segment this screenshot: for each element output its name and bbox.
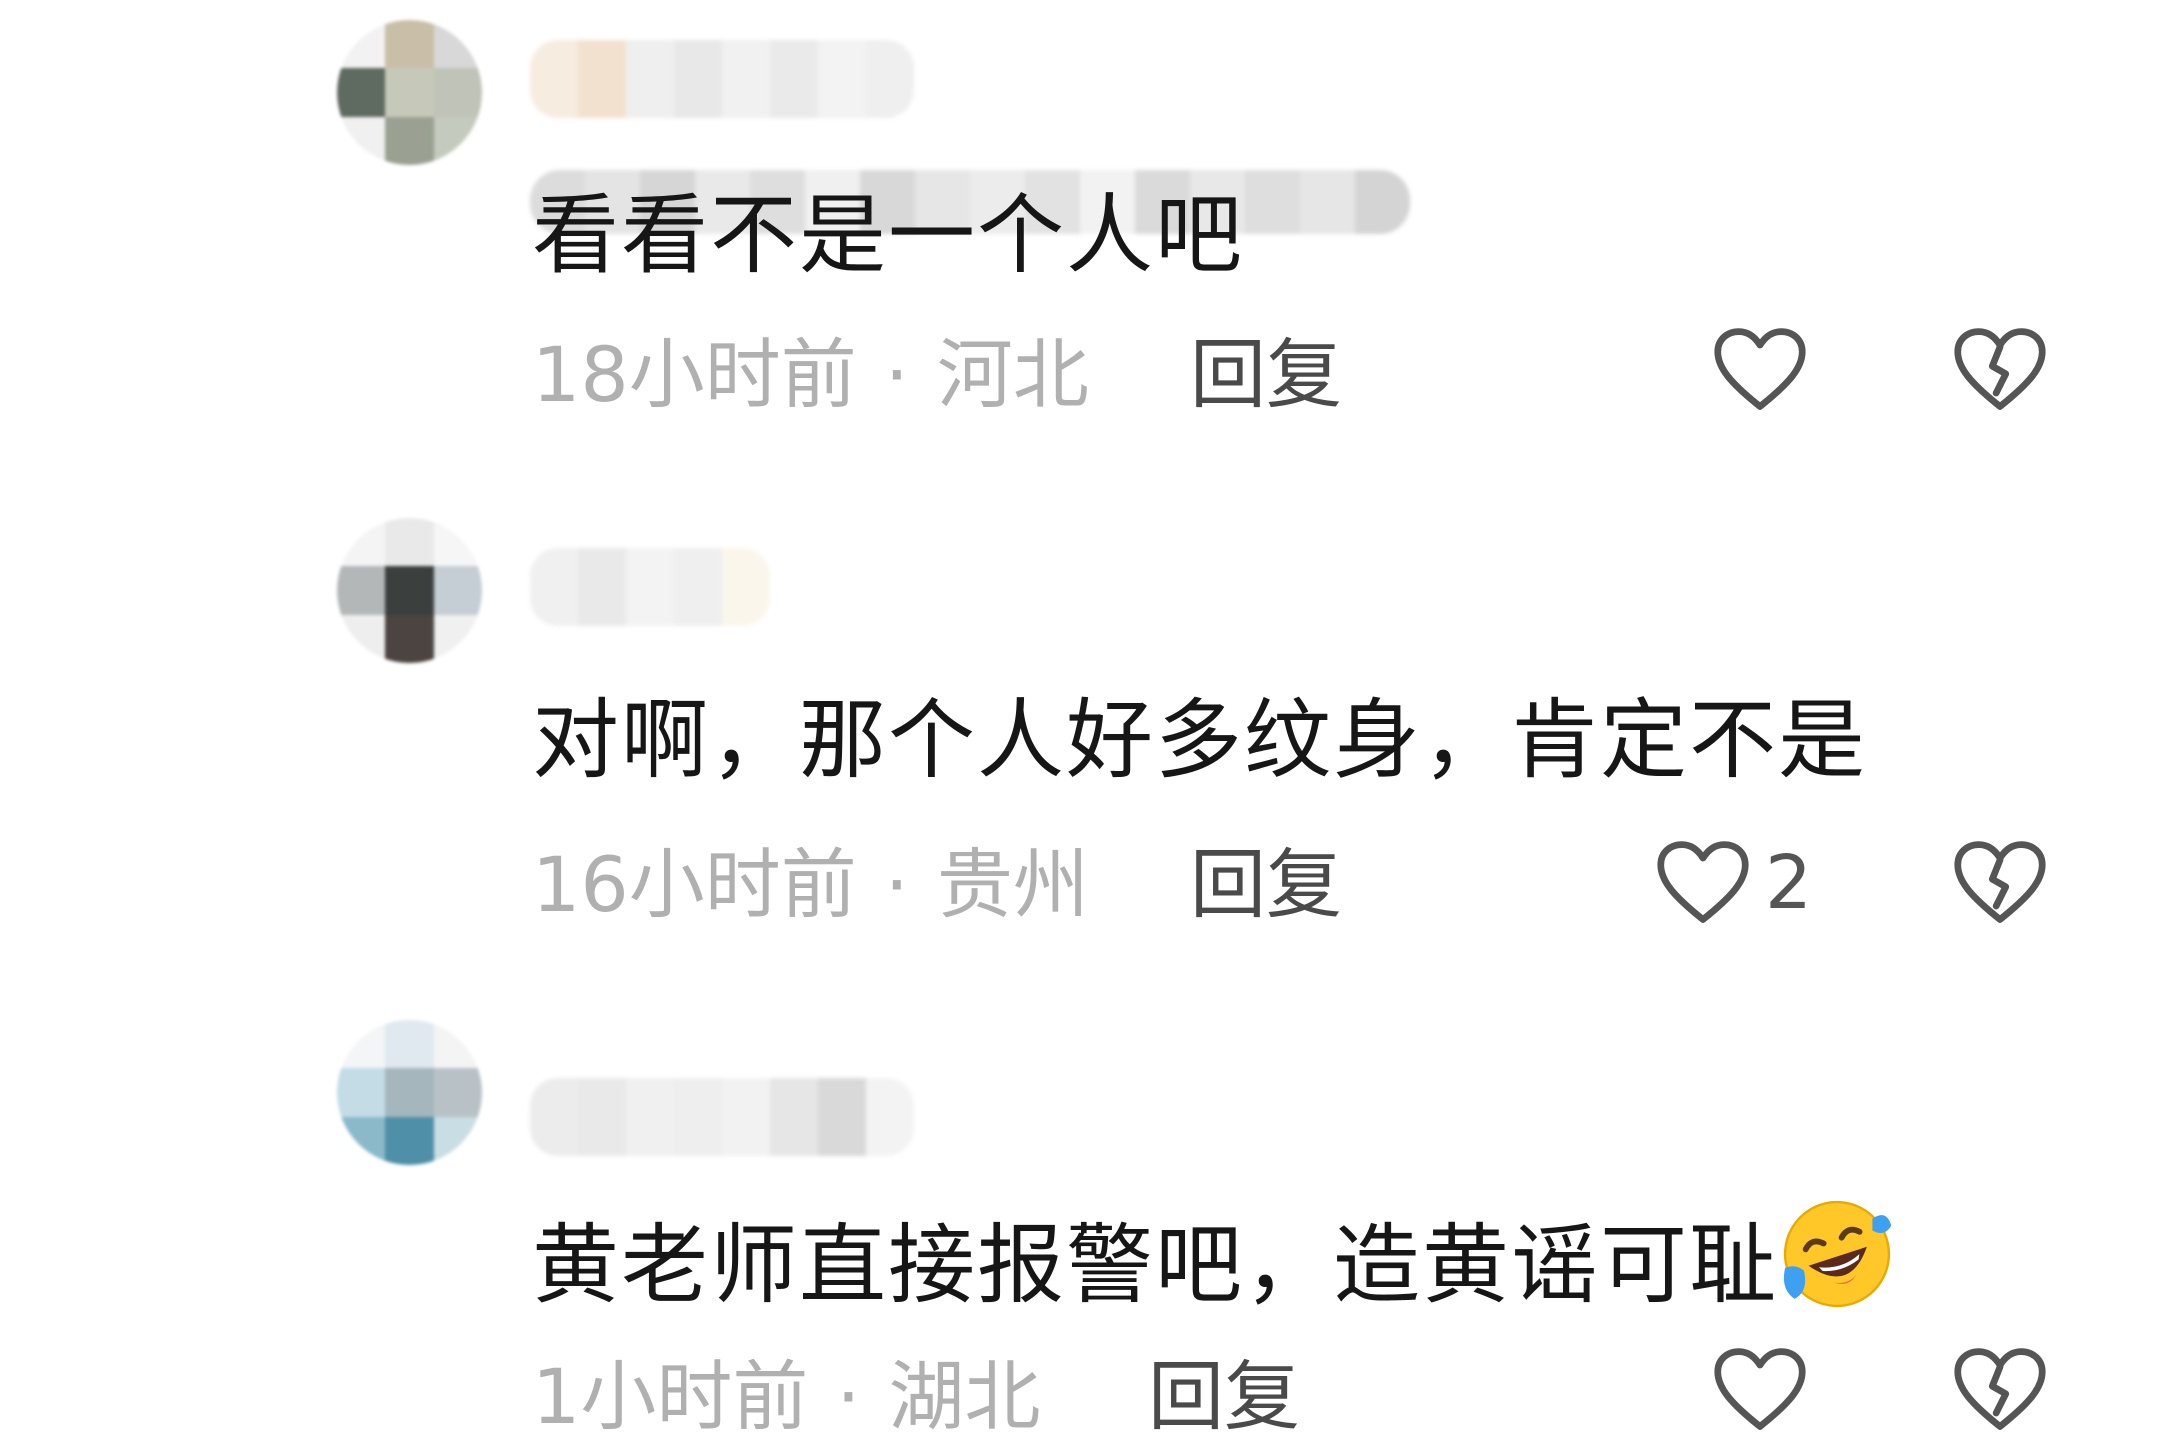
dislike-button[interactable] [1952,325,2048,419]
dislike-button[interactable] [1952,1345,2048,1439]
comment-time: 16小时前 [532,840,857,929]
broken-heart-icon [1954,328,2046,410]
avatar[interactable] [337,20,482,165]
broken-heart-icon [1954,841,2046,923]
reply-button[interactable]: 回复 [1190,330,1342,420]
comment-time: 18小时前 [532,330,857,419]
comment-location: 河北 [936,330,1089,419]
heart-outline-icon [1714,328,1806,410]
comment-text: 黄老师直接报警吧，造黄谣可耻 [532,1195,1896,1315]
comment-location: 湖北 [888,1352,1041,1441]
reply-button[interactable]: 回复 [1148,1352,1300,1442]
like-button[interactable]: 2 [1655,838,1812,928]
comment-location: 贵州 [936,840,1089,929]
heart-outline-icon [1714,1348,1806,1430]
comment-text-body: 黄老师直接报警吧，造黄谣可耻 [532,1214,1778,1316]
comment-text: 对啊，那个人好多纹身，肯定不是 [532,689,1867,791]
comment-text: 看看不是一个人吧 [532,184,1244,286]
comment-meta: 16小时前 · 贵州 [532,840,1089,930]
avatar[interactable] [337,518,482,663]
like-count: 2 [1765,840,1813,926]
avatar[interactable] [337,1020,482,1165]
broken-heart-icon [1954,1348,2046,1430]
reply-button[interactable]: 回复 [1190,840,1342,930]
dislike-button[interactable] [1952,838,2048,932]
comment-meta: 18小时前 · 河北 [532,330,1089,420]
laughing-crying-emoji-icon [1783,1200,1892,1308]
separator: · [884,330,909,419]
like-button[interactable] [1712,325,1822,415]
username-blurred[interactable] [530,548,770,626]
separator: · [884,840,909,929]
separator: · [836,1352,861,1441]
comment-time: 1小时前 [532,1352,809,1441]
username-blurred[interactable] [530,40,914,118]
like-button[interactable] [1712,1345,1822,1435]
comment-meta: 1小时前 · 湖北 [532,1352,1041,1442]
heart-outline-icon [1657,841,1749,923]
username-blurred[interactable] [530,1078,914,1156]
